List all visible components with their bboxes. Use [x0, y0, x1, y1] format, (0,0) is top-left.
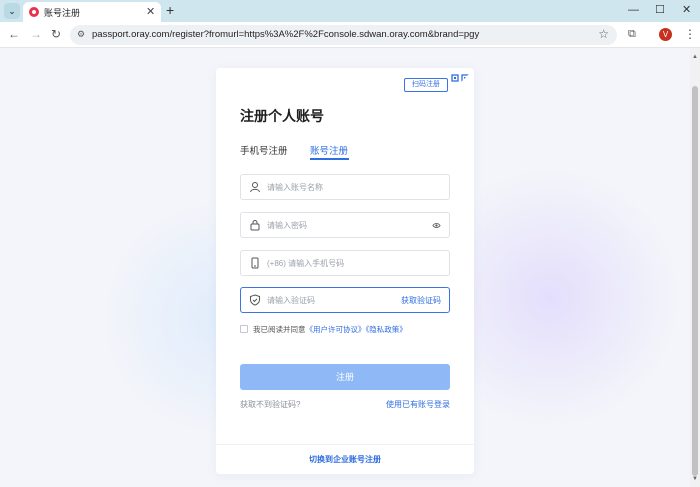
scrollbar[interactable]: ▲ ▼: [690, 48, 700, 487]
oray-favicon-icon: [29, 7, 39, 17]
phone-icon: [251, 257, 259, 269]
profile-avatar[interactable]: V: [659, 28, 672, 41]
tab-strip: ⌄ 账号注册 ✕ + — ☐ ✕: [0, 0, 700, 22]
close-tab-icon[interactable]: ✕: [146, 5, 155, 19]
url-text[interactable]: passport.oray.com/register?fromurl=https…: [92, 29, 479, 40]
site-info-icon[interactable]: ⚙: [77, 29, 85, 40]
lock-icon: [250, 220, 260, 231]
address-bar[interactable]: ⚙ passport.oray.com/register?fromurl=htt…: [70, 25, 617, 45]
password-field[interactable]: [240, 212, 450, 238]
browser-tab[interactable]: 账号注册 ✕: [23, 2, 161, 22]
qr-register-hint[interactable]: 扫码注册: [404, 78, 448, 92]
get-code-button[interactable]: 获取验证码: [401, 295, 441, 306]
reload-button[interactable]: ↻: [51, 27, 61, 41]
scrollbar-thumb[interactable]: [692, 86, 698, 476]
shield-icon: [250, 294, 260, 306]
agreement-text: 我已阅读并同意《用户许可协议》《隐私政策》: [253, 324, 407, 335]
login-existing-account-link[interactable]: 使用已有账号登录: [386, 399, 450, 410]
menu-icon[interactable]: ⋮: [684, 27, 696, 41]
agree-checkbox[interactable]: [240, 325, 248, 333]
license-agreement-link[interactable]: 《用户许可协议》: [306, 325, 366, 334]
tab-account-register[interactable]: 账号注册: [310, 143, 348, 157]
maximize-button[interactable]: ☐: [655, 3, 665, 17]
register-button[interactable]: 注册: [240, 364, 450, 390]
back-button[interactable]: ←: [8, 27, 20, 41]
tab-search-button[interactable]: ⌄: [4, 3, 20, 19]
phone-field[interactable]: [240, 250, 450, 276]
phone-input[interactable]: [267, 256, 417, 271]
agreement-prefix: 我已阅读并同意: [253, 325, 306, 334]
divider: [216, 444, 474, 445]
password-input[interactable]: [267, 218, 417, 233]
qr-code-icon[interactable]: [450, 73, 470, 93]
no-code-help-link[interactable]: 获取不到验证码?: [240, 399, 300, 410]
page-title: 注册个人账号: [240, 108, 324, 124]
privacy-policy-link[interactable]: 《隐私政策》: [366, 325, 407, 334]
tab-title: 账号注册: [44, 8, 81, 18]
close-window-button[interactable]: ✕: [682, 3, 691, 17]
active-tab-indicator: [310, 158, 349, 160]
forward-button[interactable]: →: [30, 27, 42, 41]
extensions-icon[interactable]: ⧉: [628, 28, 636, 41]
scroll-up-icon[interactable]: ▲: [692, 54, 698, 60]
show-password-icon[interactable]: [432, 221, 441, 230]
browser-toolbar: ← → ↻ ⚙ passport.oray.com/register?fromu…: [0, 22, 700, 48]
verification-code-input[interactable]: [267, 293, 417, 308]
switch-enterprise-register-link[interactable]: 切换到企业账号注册: [216, 454, 474, 465]
scroll-down-icon[interactable]: ▼: [692, 476, 698, 482]
minimize-button[interactable]: —: [628, 3, 639, 17]
register-card: 扫码注册 注册个人账号 手机号注册 账号注册 请输入账号名称 (+86) 请输入…: [216, 68, 474, 474]
user-icon: [250, 182, 260, 193]
verification-code-field[interactable]: 获取验证码: [240, 287, 450, 313]
account-field[interactable]: [240, 174, 450, 200]
page-content: 扫码注册 注册个人账号 手机号注册 账号注册 请输入账号名称 (+86) 请输入…: [0, 48, 690, 487]
new-tab-button[interactable]: +: [166, 3, 174, 17]
tab-phone-register[interactable]: 手机号注册: [240, 143, 288, 157]
bookmark-star-icon[interactable]: ☆: [598, 27, 609, 41]
account-input[interactable]: [267, 180, 417, 195]
